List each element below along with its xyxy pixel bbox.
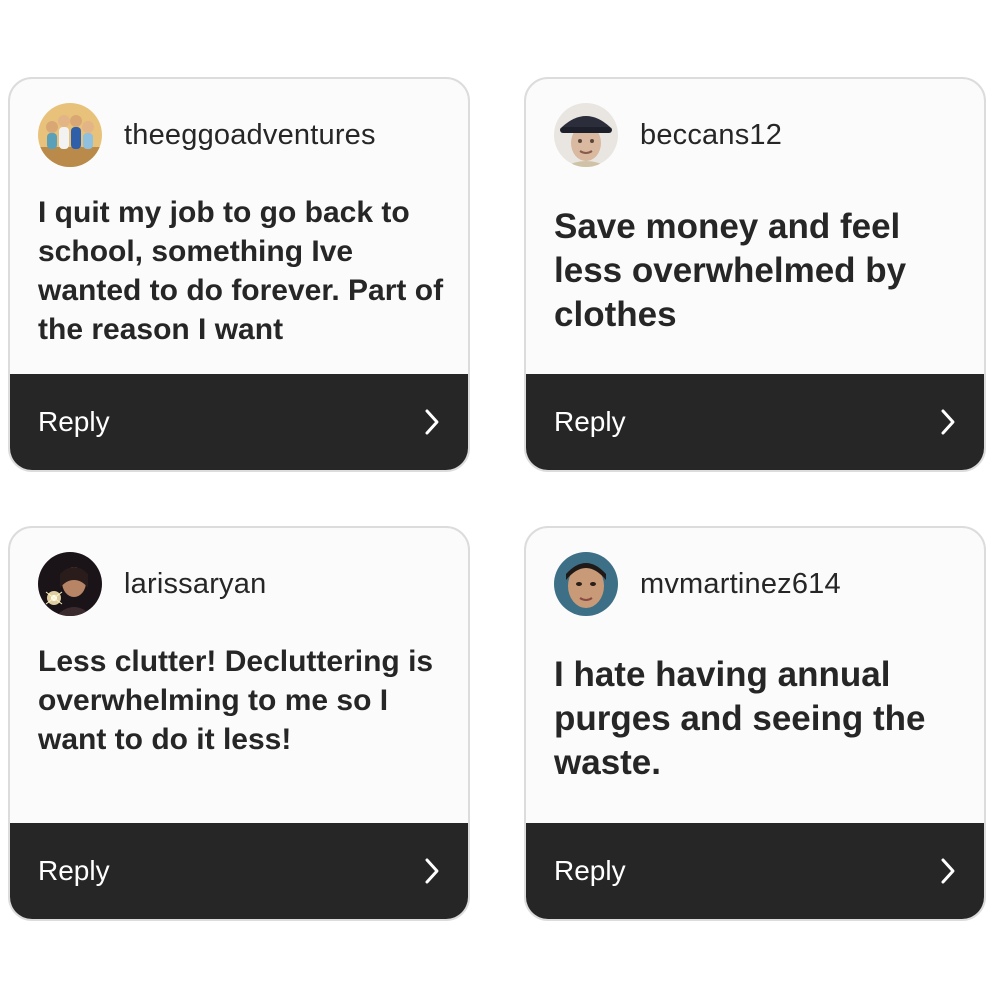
question-responses-grid: theeggoadventures I quit my job to go ba… [0,0,1000,1000]
response-text: Save money and feel less overwhelmed by … [554,207,907,334]
avatar[interactable] [554,103,618,167]
avatar-person-portrait-icon [554,552,618,616]
avatar-eggo-figures-icon [38,103,102,167]
card-header: beccans12 [554,103,782,167]
reply-label: Reply [554,855,626,886]
reply-label: Reply [554,406,626,437]
reply-button[interactable]: Reply [10,823,468,919]
chevron-right-icon [424,408,440,436]
response-card: mvmartinez614 I hate having annual purge… [524,526,986,921]
response-card: larissaryan Less clutter! Decluttering i… [8,526,470,921]
username[interactable]: beccans12 [640,119,782,152]
username[interactable]: larissaryan [124,568,266,601]
response-text: I hate having annual purges and seeing t… [554,655,926,782]
card-header: theeggoadventures [38,103,376,167]
avatar[interactable] [38,103,102,167]
reply-button[interactable]: Reply [526,823,984,919]
avatar-person-hat-icon [554,103,618,167]
username[interactable]: mvmartinez614 [640,568,841,601]
chevron-right-icon [424,857,440,885]
username[interactable]: theeggoadventures [124,119,376,152]
response-text: I quit my job to go back to school, some… [38,196,444,346]
avatar[interactable] [38,552,102,616]
response-card: beccans12 Save money and feel less overw… [524,77,986,472]
card-header: larissaryan [38,552,266,616]
response-card: theeggoadventures I quit my job to go ba… [8,77,470,472]
reply-label: Reply [38,855,110,886]
chevron-right-icon [940,857,956,885]
response-text: Less clutter! Decluttering is overwhelmi… [38,645,434,756]
reply-button[interactable]: Reply [526,374,984,470]
reply-label: Reply [38,406,110,437]
avatar[interactable] [554,552,618,616]
reply-button[interactable]: Reply [10,374,468,470]
chevron-right-icon [940,408,956,436]
avatar-person-sparkler-icon [38,552,102,616]
card-header: mvmartinez614 [554,552,841,616]
